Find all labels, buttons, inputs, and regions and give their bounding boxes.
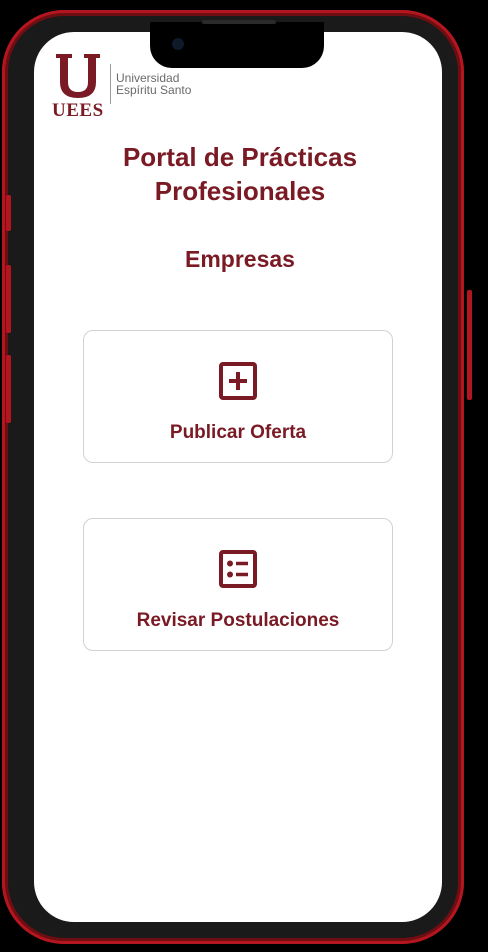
review-applications-button[interactable]: Revisar Postulaciones	[83, 518, 393, 651]
section-title: Empresas	[185, 246, 295, 272]
speaker	[202, 20, 276, 24]
logo-divider	[110, 64, 111, 104]
page-title-line1: Portal de Prácticas	[122, 142, 358, 172]
silent-switch	[6, 195, 11, 231]
volume-up-button	[6, 265, 11, 333]
logo-text: Universidad Espíritu Santo	[116, 72, 191, 96]
page-title-line2: Profesionales	[154, 176, 326, 206]
volume-down-button	[6, 355, 11, 423]
power-button	[467, 290, 472, 400]
logo-letters: UEES	[52, 100, 104, 121]
page-title: Portal de Prácticas Profesionales	[34, 140, 446, 208]
publish-offer-label: Publicar Oferta	[169, 422, 307, 443]
plus-square-icon	[219, 362, 257, 400]
logo-text-line2: Espíritu Santo	[116, 83, 192, 97]
uees-u-emblem	[56, 54, 100, 98]
list-icon	[219, 550, 257, 588]
camera	[172, 38, 184, 50]
publish-offer-button[interactable]: Publicar Oferta	[83, 330, 393, 463]
review-applications-label: Revisar Postulaciones	[136, 610, 340, 631]
